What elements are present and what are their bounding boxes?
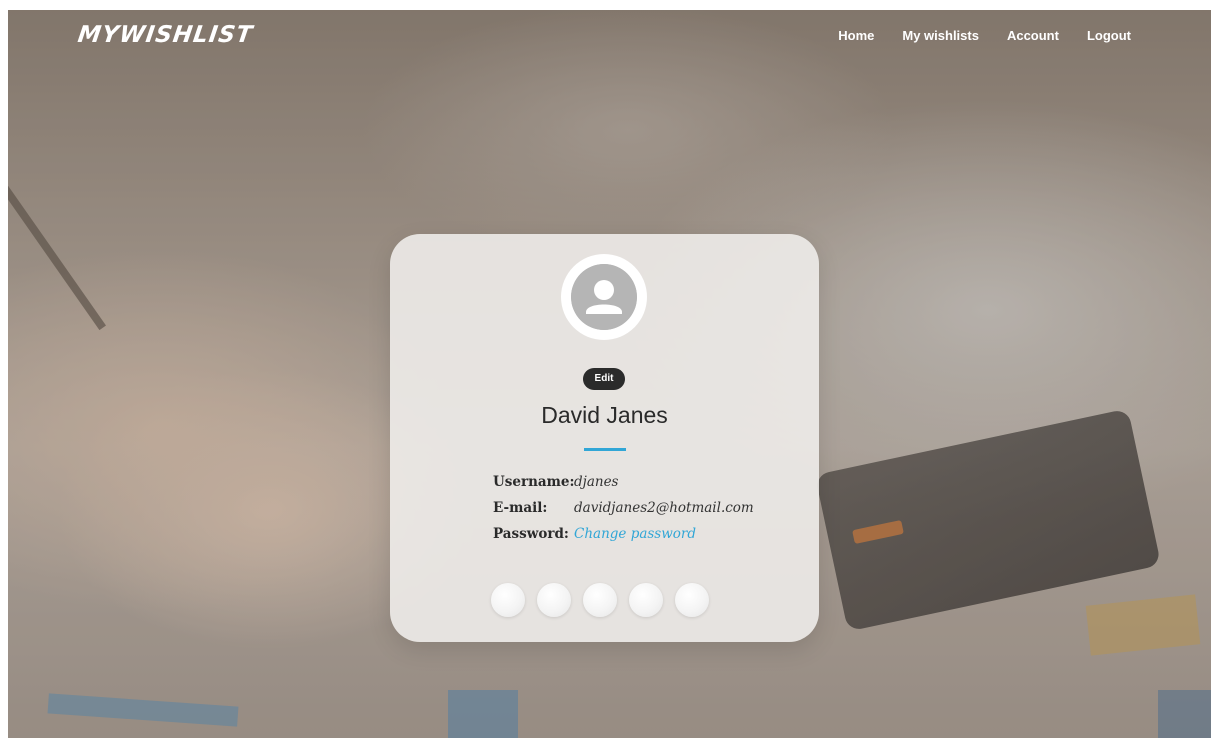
page-background: MYWISHLIST Home My wishlists Account Log…	[8, 10, 1211, 738]
nav-account-link[interactable]: Account	[1007, 28, 1059, 43]
username-row: Username: djanes	[493, 474, 793, 500]
profile-name: David Janes	[541, 402, 668, 428]
change-password-link[interactable]: Change password	[574, 526, 696, 542]
email-value: davidjanes2@hotmail.com	[574, 500, 754, 516]
profile-card: Edit David Janes Username: djanes E-mail…	[390, 234, 819, 642]
nav-home-link[interactable]: Home	[838, 28, 874, 43]
nav-my-wishlists-link[interactable]: My wishlists	[902, 28, 979, 43]
nav-links: Home My wishlists Account Logout	[810, 28, 1131, 43]
social-button[interactable]	[537, 583, 571, 617]
social-button[interactable]	[491, 583, 525, 617]
email-row: E-mail: davidjanes2@hotmail.com	[493, 500, 793, 526]
name-divider	[584, 448, 626, 451]
social-button[interactable]	[629, 583, 663, 617]
social-buttons	[491, 583, 721, 617]
edit-profile-button[interactable]: Edit	[583, 368, 625, 390]
username-value: djanes	[574, 474, 619, 490]
password-label: Password:	[493, 526, 569, 542]
user-avatar-icon	[571, 264, 637, 330]
avatar-ring	[561, 254, 647, 340]
username-label: Username:	[493, 474, 575, 490]
brand-logo[interactable]: MYWISHLIST	[76, 22, 254, 48]
nav-logout-link[interactable]: Logout	[1087, 28, 1131, 43]
profile-info: Username: djanes E-mail: davidjanes2@hot…	[493, 474, 793, 552]
email-label: E-mail:	[493, 500, 548, 516]
password-row: Password: Change password	[493, 526, 793, 552]
social-button[interactable]	[675, 583, 709, 617]
social-button[interactable]	[583, 583, 617, 617]
navbar: MYWISHLIST Home My wishlists Account Log…	[8, 10, 1211, 64]
